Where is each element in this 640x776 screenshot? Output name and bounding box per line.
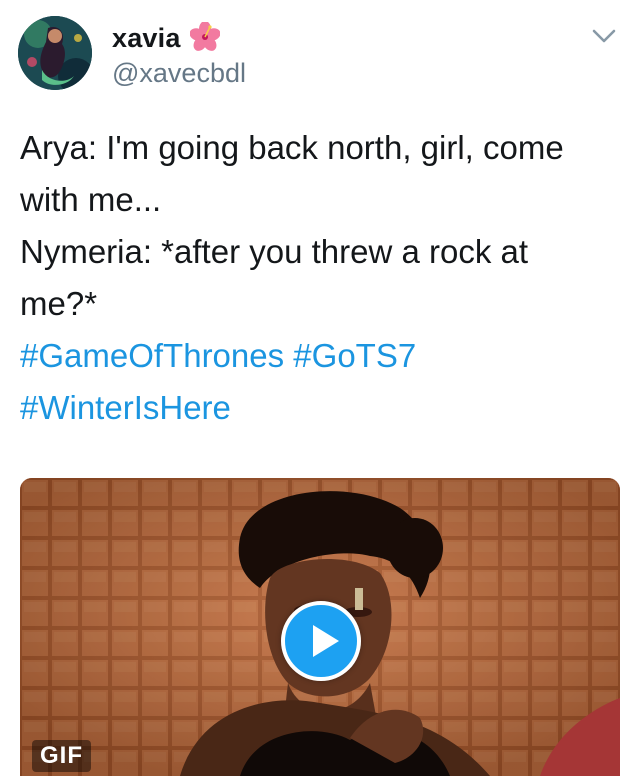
tweet: xavia @xavecbdl Arya: I'm going back nor… <box>0 0 640 776</box>
hashtag-link[interactable]: #WinterIsHere <box>20 389 231 426</box>
avatar[interactable] <box>18 16 92 90</box>
display-name[interactable]: xavia <box>112 22 221 54</box>
user-handle[interactable]: @xavecbdl <box>112 58 246 89</box>
hashtag-line: #WinterIsHere <box>20 382 630 434</box>
avatar-image <box>18 16 92 90</box>
tweet-text-line: Nymeria: *after you threw a rock at <box>20 233 529 270</box>
hashtag-link[interactable]: #GameOfThrones <box>20 337 284 374</box>
gif-media[interactable]: GIF <box>20 478 620 776</box>
tweet-text-line: Arya: I'm going back north, girl, come <box>20 129 564 166</box>
play-icon <box>313 625 339 657</box>
tweet-text-line: with me... <box>20 181 162 218</box>
chevron-down-icon[interactable] <box>590 22 618 50</box>
hashtag-line: #GameOfThrones #GoTS7 <box>20 330 630 382</box>
display-name-text: xavia <box>112 23 181 53</box>
hibiscus-icon <box>190 22 221 51</box>
tweet-text: Arya: I'm going back north, girl, come w… <box>20 122 630 434</box>
gif-badge: GIF <box>32 740 91 772</box>
tweet-text-line: me?* <box>20 285 98 322</box>
play-button[interactable] <box>281 601 361 681</box>
hashtag-link[interactable]: #GoTS7 <box>293 337 416 374</box>
